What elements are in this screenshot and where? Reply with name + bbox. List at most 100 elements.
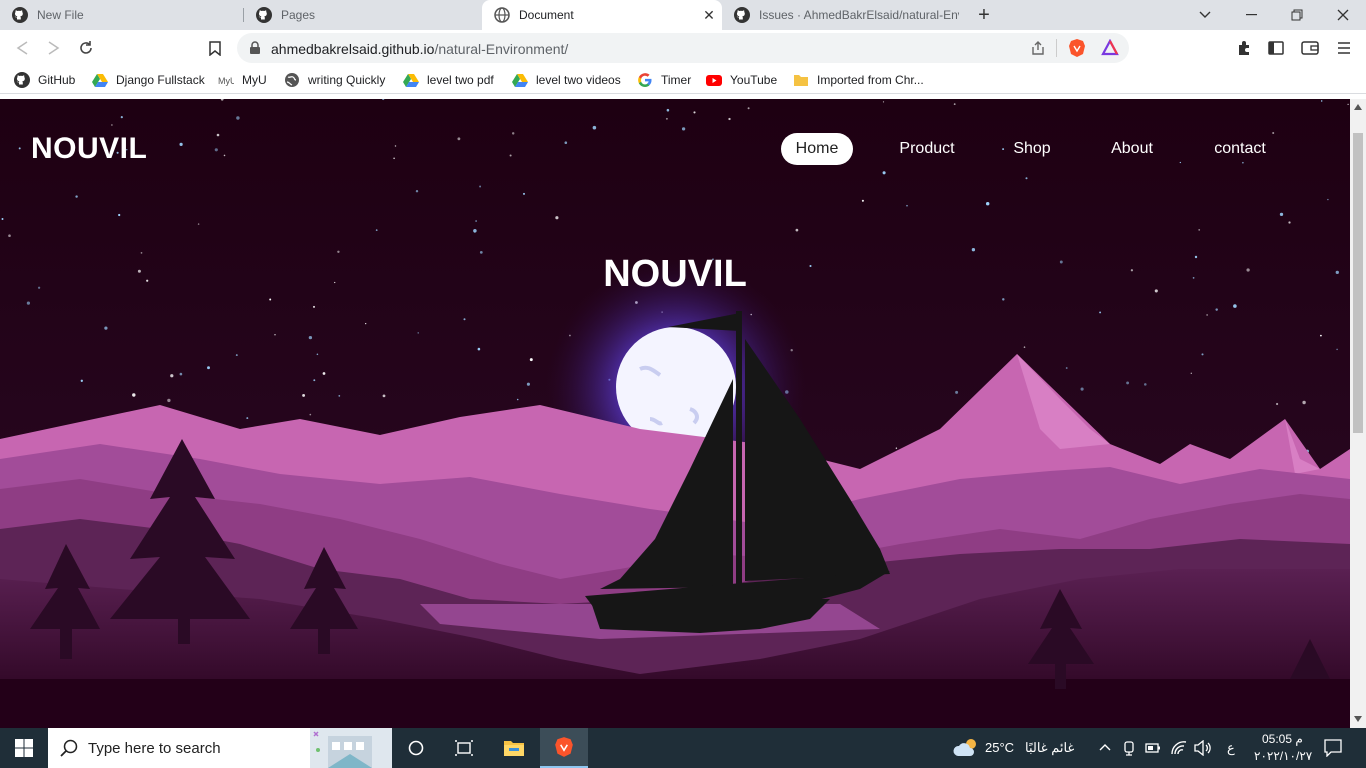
tab-document[interactable]: Document ✕ bbox=[482, 0, 722, 30]
star bbox=[302, 393, 306, 397]
bookmark-label: YouTube bbox=[730, 73, 778, 87]
reload-icon[interactable] bbox=[74, 36, 98, 60]
forward-icon[interactable] bbox=[42, 36, 66, 60]
scroll-thumb[interactable] bbox=[1353, 133, 1363, 433]
star bbox=[665, 117, 668, 120]
new-tab-button[interactable]: + bbox=[974, 5, 994, 25]
address-bar[interactable]: ahmedbakrelsaid.github.io/natural-Enviro… bbox=[237, 33, 1129, 63]
taskbar-search-box[interactable]: Type here to search bbox=[48, 728, 392, 768]
close-tab-icon[interactable]: ✕ bbox=[702, 8, 716, 22]
volume-icon[interactable] bbox=[1194, 740, 1212, 756]
bookmark-imported-folder[interactable]: Imported from Chr... bbox=[793, 71, 924, 89]
star bbox=[120, 116, 123, 119]
page-scrollbar[interactable] bbox=[1350, 99, 1366, 728]
brave-taskbar-icon[interactable] bbox=[540, 728, 588, 768]
close-window-button[interactable] bbox=[1320, 0, 1366, 30]
notifications-icon[interactable] bbox=[1324, 739, 1342, 757]
star bbox=[1, 218, 4, 220]
wallet-icon[interactable] bbox=[1298, 36, 1322, 60]
address-path: /natural-Environment/ bbox=[434, 41, 569, 57]
clock-date[interactable]: ٢٠٢٢/١٠/٢٧ bbox=[1254, 749, 1312, 763]
star bbox=[457, 137, 461, 141]
tab-title: New File bbox=[37, 8, 84, 22]
nav-contact[interactable]: contact bbox=[1202, 133, 1278, 165]
wifi-icon[interactable] bbox=[1170, 740, 1188, 756]
input-language[interactable]: ع bbox=[1227, 740, 1235, 756]
tab-search-icon[interactable] bbox=[1182, 0, 1228, 30]
menu-icon[interactable] bbox=[1332, 36, 1356, 60]
star bbox=[313, 379, 316, 382]
sidebar-icon[interactable] bbox=[1264, 36, 1288, 60]
bookmark-level-two-videos[interactable]: level two videos bbox=[512, 71, 621, 89]
bookmark-label: Django Fullstack bbox=[116, 73, 205, 87]
star bbox=[1099, 311, 1102, 314]
bookmark-writing-quickly[interactable]: writing Quickly bbox=[284, 71, 385, 89]
scroll-down-icon[interactable] bbox=[1354, 716, 1362, 722]
star bbox=[417, 332, 419, 334]
bookmark-youtube[interactable]: YouTube bbox=[706, 71, 777, 89]
github-icon bbox=[256, 7, 272, 23]
star bbox=[8, 234, 11, 237]
nav-about[interactable]: About bbox=[1099, 133, 1165, 165]
star bbox=[365, 323, 367, 325]
cortana-icon[interactable] bbox=[392, 728, 440, 768]
hero-title: NOUVIL bbox=[603, 253, 747, 295]
windows-logo-icon bbox=[15, 739, 33, 757]
weather-cloud-icon[interactable] bbox=[952, 738, 978, 758]
star bbox=[216, 133, 220, 137]
site-brand-logo[interactable]: NOUVIL bbox=[31, 132, 147, 166]
folder-icon bbox=[794, 75, 808, 86]
star bbox=[235, 354, 238, 357]
star bbox=[882, 171, 886, 175]
star bbox=[1201, 353, 1204, 356]
extensions-icon[interactable] bbox=[1232, 36, 1256, 60]
star bbox=[246, 417, 249, 420]
star bbox=[394, 145, 397, 147]
address-text: ahmedbakrelsaid.github.io/natural-Enviro… bbox=[271, 41, 568, 57]
bookmark-label: MyU bbox=[242, 73, 267, 87]
browser-toolbar: ahmedbakrelsaid.github.io/natural-Enviro… bbox=[0, 30, 1366, 66]
file-explorer-icon[interactable] bbox=[490, 728, 538, 768]
clock-time[interactable]: 05:05 م bbox=[1262, 732, 1303, 746]
star bbox=[1206, 314, 1208, 316]
bookmark-icon[interactable] bbox=[203, 36, 227, 60]
brave-shields-icon[interactable] bbox=[1068, 38, 1086, 58]
star bbox=[415, 189, 419, 193]
bookmark-django-fullstack[interactable]: Django Fullstack bbox=[92, 71, 205, 89]
star bbox=[269, 298, 272, 301]
weather-temp[interactable]: 25°C bbox=[985, 740, 1014, 755]
task-view-icon[interactable] bbox=[440, 728, 488, 768]
battery-icon[interactable] bbox=[1145, 742, 1161, 754]
chevron-up-icon[interactable] bbox=[1099, 743, 1111, 751]
brave-rewards-icon[interactable] bbox=[1101, 39, 1119, 57]
restore-button[interactable] bbox=[1274, 0, 1320, 30]
bookmark-label: Timer bbox=[661, 73, 692, 87]
globe-icon bbox=[494, 7, 510, 23]
tab-pages[interactable]: Pages bbox=[244, 0, 480, 30]
weather-desc[interactable]: غائم غالبًا bbox=[1025, 740, 1074, 756]
bookmark-label: Imported from Chr... bbox=[817, 73, 924, 87]
minimize-button[interactable] bbox=[1228, 0, 1274, 30]
star bbox=[475, 220, 477, 222]
back-icon[interactable] bbox=[10, 36, 34, 60]
start-button[interactable] bbox=[0, 728, 48, 768]
bookmarks-bar: GitHub Django Fullstack MyU MyU writing … bbox=[0, 66, 1366, 94]
nav-product[interactable]: Product bbox=[888, 133, 966, 165]
star bbox=[693, 111, 696, 114]
tab-new-file[interactable]: New File bbox=[0, 0, 243, 30]
bookmark-timer[interactable]: Timer bbox=[637, 71, 691, 89]
meet-now-icon[interactable] bbox=[1122, 740, 1136, 756]
tab-title: Pages bbox=[281, 8, 316, 22]
nav-home[interactable]: Home bbox=[781, 133, 853, 165]
bookmark-label: level two pdf bbox=[427, 73, 494, 87]
nav-shop[interactable]: Shop bbox=[1003, 133, 1061, 165]
google-icon bbox=[638, 73, 652, 87]
scroll-up-icon[interactable] bbox=[1354, 104, 1362, 110]
tab-issues[interactable]: Issues · AhmedBakrElsaid/natural-Env bbox=[722, 0, 960, 30]
share-icon[interactable] bbox=[1030, 40, 1046, 56]
bookmark-github[interactable]: GitHub bbox=[14, 71, 75, 89]
bookmark-myu[interactable]: MyU MyU bbox=[218, 71, 267, 89]
bookmark-level-two-pdf[interactable]: level two pdf bbox=[403, 71, 494, 89]
star bbox=[80, 379, 83, 382]
star bbox=[375, 229, 378, 231]
